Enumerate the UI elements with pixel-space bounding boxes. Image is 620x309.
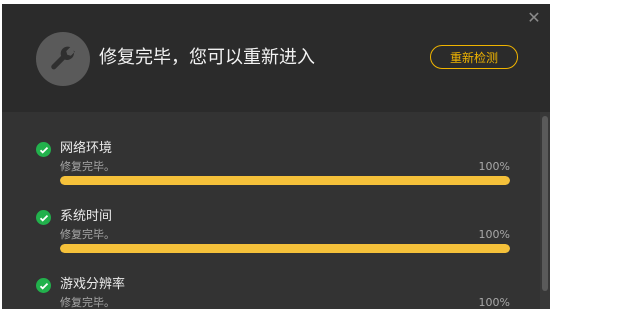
list-item: 游戏分辨率 修复完毕。 100% bbox=[2, 248, 532, 309]
repair-list: 网络环境 修复完毕。 100% 系统时间 修复完毕。 100% 游戏分辨率 修复… bbox=[2, 112, 550, 309]
repair-dialog: ✕ 修复完毕，您可以重新进入 重新检测 网络环境 修复完毕。 100% 系统时间 bbox=[2, 4, 550, 309]
scrollbar[interactable] bbox=[540, 112, 550, 309]
wrench-icon bbox=[36, 32, 90, 86]
item-percent: 100% bbox=[478, 228, 510, 241]
item-title: 网络环境 bbox=[60, 141, 113, 156]
scrollbar-thumb[interactable] bbox=[542, 116, 548, 291]
recheck-button[interactable]: 重新检测 bbox=[430, 45, 518, 69]
item-status: 修复完毕。 bbox=[60, 296, 115, 309]
item-status: 修复完毕。 bbox=[60, 228, 115, 241]
item-title: 系统时间 bbox=[60, 209, 113, 224]
item-title: 游戏分辨率 bbox=[60, 277, 126, 292]
dialog-header: ✕ 修复完毕，您可以重新进入 重新检测 bbox=[2, 4, 550, 112]
list-item: 系统时间 修复完毕。 100% bbox=[2, 180, 532, 253]
list-item: 网络环境 修复完毕。 100% bbox=[2, 112, 532, 185]
page-title: 修复完毕，您可以重新进入 bbox=[99, 47, 315, 68]
check-icon bbox=[36, 142, 51, 157]
check-icon bbox=[36, 210, 51, 225]
item-percent: 100% bbox=[478, 296, 510, 309]
close-icon[interactable]: ✕ bbox=[526, 10, 542, 26]
check-icon bbox=[36, 278, 51, 293]
item-percent: 100% bbox=[478, 160, 510, 173]
item-status: 修复完毕。 bbox=[60, 160, 115, 173]
